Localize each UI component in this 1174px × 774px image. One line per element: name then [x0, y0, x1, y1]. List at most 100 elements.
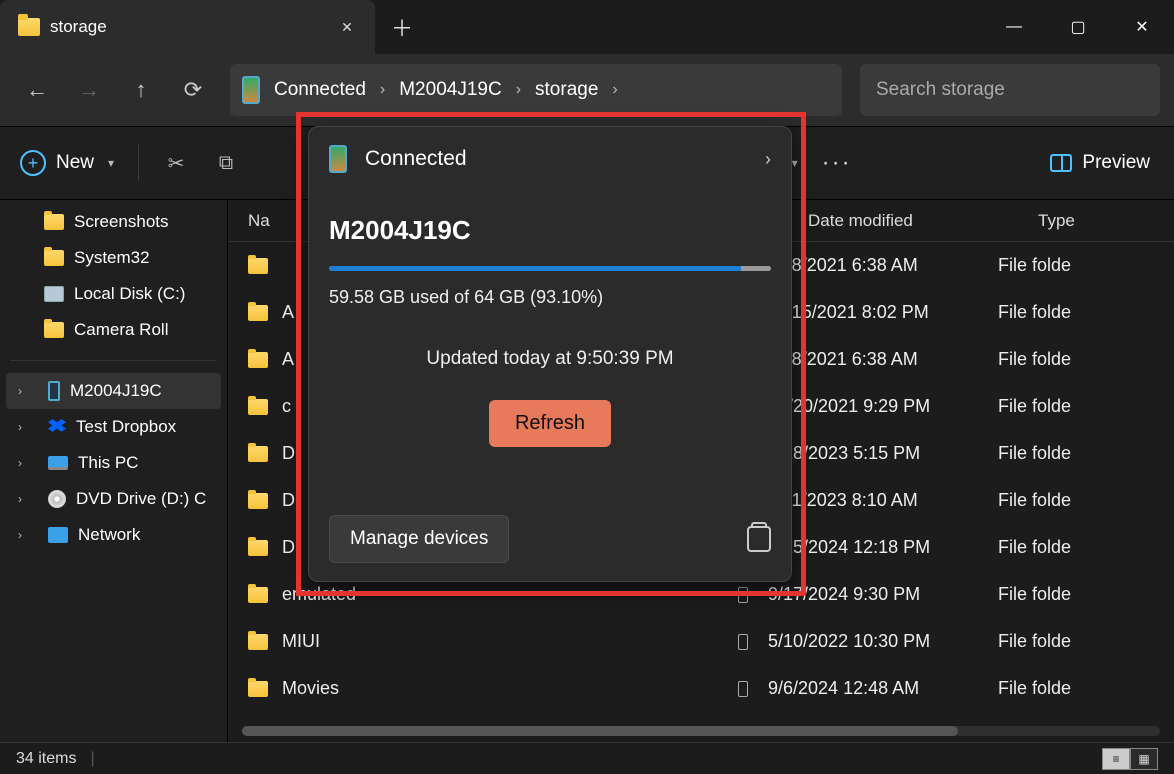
file-name: MIUI [282, 631, 320, 652]
cut-icon[interactable]: ✂ [163, 150, 189, 176]
horizontal-scrollbar[interactable] [242, 726, 1160, 736]
close-window-button[interactable]: ✕ [1110, 0, 1174, 54]
refresh-button[interactable]: Refresh [489, 400, 611, 447]
file-name: c [282, 396, 291, 417]
separator [138, 145, 139, 181]
up-button[interactable]: ↑ [118, 67, 164, 113]
new-button[interactable]: + New ▾ [20, 150, 114, 176]
view-toggles: ≡ ▦ [1102, 748, 1158, 770]
date-modified: 6/18/2023 5:15 PM [768, 443, 998, 464]
refresh-nav-button[interactable]: ⟳ [170, 67, 216, 113]
search-placeholder: Search storage [876, 79, 1005, 101]
date-modified: 5/10/2022 10:30 PM [768, 631, 998, 652]
net-icon [48, 527, 68, 543]
chevron-right-icon[interactable]: › [18, 384, 32, 398]
sidebar-item[interactable]: › This PC [0, 445, 227, 481]
tab-title: storage [50, 17, 325, 37]
sidebar-item[interactable]: › Test Dropbox [0, 409, 227, 445]
sidebar-item[interactable]: System32 [0, 240, 227, 276]
table-row[interactable]: MIUI 5/10/2022 10:30 PMFile folde [228, 618, 1174, 665]
device-badge-icon [738, 681, 748, 697]
file-name: emulated [282, 584, 356, 605]
chevron-right-icon[interactable]: › [18, 456, 32, 470]
new-tab-button[interactable]: ＋ [375, 0, 429, 54]
file-type: File folde [998, 631, 1174, 652]
sidebar-item[interactable]: Camera Roll [0, 312, 227, 348]
preview-toggle[interactable]: Preview [1050, 152, 1150, 174]
folder-icon [248, 446, 268, 462]
storage-bar [329, 266, 771, 271]
new-label: New [56, 152, 94, 174]
chevron-right-icon: › [376, 81, 389, 99]
chevron-right-icon: › [512, 81, 525, 99]
chevron-right-icon: › [608, 81, 621, 99]
tab-storage[interactable]: storage ✕ [0, 0, 375, 54]
chevron-right-icon[interactable]: › [18, 420, 32, 434]
file-type: File folde [998, 490, 1174, 511]
chevron-right-icon[interactable]: › [765, 149, 771, 170]
device-badge-icon [738, 634, 748, 650]
file-name: D [282, 490, 295, 511]
folder-icon [18, 18, 40, 36]
back-button[interactable]: ← [14, 67, 60, 113]
sidebar-item-label: This PC [78, 453, 138, 473]
sidebar-item-label: Test Dropbox [76, 417, 176, 437]
crumb-1[interactable]: M2004J19C [391, 75, 509, 105]
file-type: File folde [998, 396, 1174, 417]
device-badge-icon [738, 587, 748, 603]
crumb-0[interactable]: Connected [266, 75, 374, 105]
table-row[interactable]: Movies 9/6/2024 12:48 AMFile folde [228, 665, 1174, 712]
folder-icon [248, 399, 268, 415]
folder-icon [248, 258, 268, 274]
copy-icon[interactable]: ⧉ [213, 150, 239, 176]
disk-icon [44, 286, 64, 302]
sidebar-item[interactable]: › M2004J19C [6, 373, 221, 409]
sidebar-item-label: Camera Roll [74, 320, 168, 340]
date-modified: 9/6/2024 12:48 AM [768, 678, 998, 699]
folder-icon [248, 634, 268, 650]
thumbnails-view-button[interactable]: ▦ [1130, 748, 1158, 770]
date-modified: 11/8/2021 6:38 AM [768, 255, 998, 276]
sidebar-item[interactable]: Screenshots [0, 204, 227, 240]
folder-icon [248, 305, 268, 321]
details-view-button[interactable]: ≡ [1102, 748, 1130, 770]
phone-icon [48, 381, 60, 401]
sidebar: ScreenshotsSystem32Local Disk (C:) Camera… [0, 200, 228, 742]
folder-icon [248, 352, 268, 368]
file-name: A [282, 349, 294, 370]
sidebar-item[interactable]: ›Network [0, 517, 227, 553]
folder-icon [248, 681, 268, 697]
chevron-right-icon[interactable]: › [18, 528, 32, 542]
scrollbar-thumb[interactable] [242, 726, 958, 736]
col-date[interactable]: Date modified [808, 211, 1038, 231]
folder-icon [248, 587, 268, 603]
maximize-button[interactable]: ▢ [1046, 0, 1110, 54]
forward-button[interactable]: → [66, 67, 112, 113]
manage-devices-button[interactable]: Manage devices [329, 515, 509, 563]
more-menu[interactable]: ··· [822, 149, 852, 177]
sidebar-item[interactable]: ›DVD Drive (D:) C [0, 481, 227, 517]
chevron-down-icon: ▾ [792, 156, 798, 170]
device-icon [242, 76, 260, 104]
folder-icon [248, 493, 268, 509]
folder-icon [44, 322, 64, 338]
close-tab-icon[interactable]: ✕ [335, 15, 359, 39]
minimize-button[interactable]: ― [982, 0, 1046, 54]
col-type[interactable]: Type [1038, 211, 1174, 231]
search-input[interactable]: Search storage [860, 64, 1160, 116]
breadcrumb[interactable]: Connected › M2004J19C › storage › [230, 64, 842, 116]
preview-icon [1050, 154, 1072, 172]
sidebar-item[interactable]: Local Disk (C:) [0, 276, 227, 312]
crumb-2[interactable]: storage [527, 75, 606, 105]
popover-header[interactable]: Connected › [329, 145, 771, 173]
monitor-icon [48, 456, 68, 470]
file-type: File folde [998, 678, 1174, 699]
trash-icon[interactable] [747, 526, 771, 552]
file-type: File folde [998, 255, 1174, 276]
file-name: Movies [282, 678, 339, 699]
chevron-right-icon[interactable]: › [18, 492, 32, 506]
file-type: File folde [998, 302, 1174, 323]
file-name: D [282, 537, 295, 558]
date-modified: 11/8/2021 6:38 AM [768, 349, 998, 370]
sidebar-item-label: M2004J19C [70, 381, 162, 401]
